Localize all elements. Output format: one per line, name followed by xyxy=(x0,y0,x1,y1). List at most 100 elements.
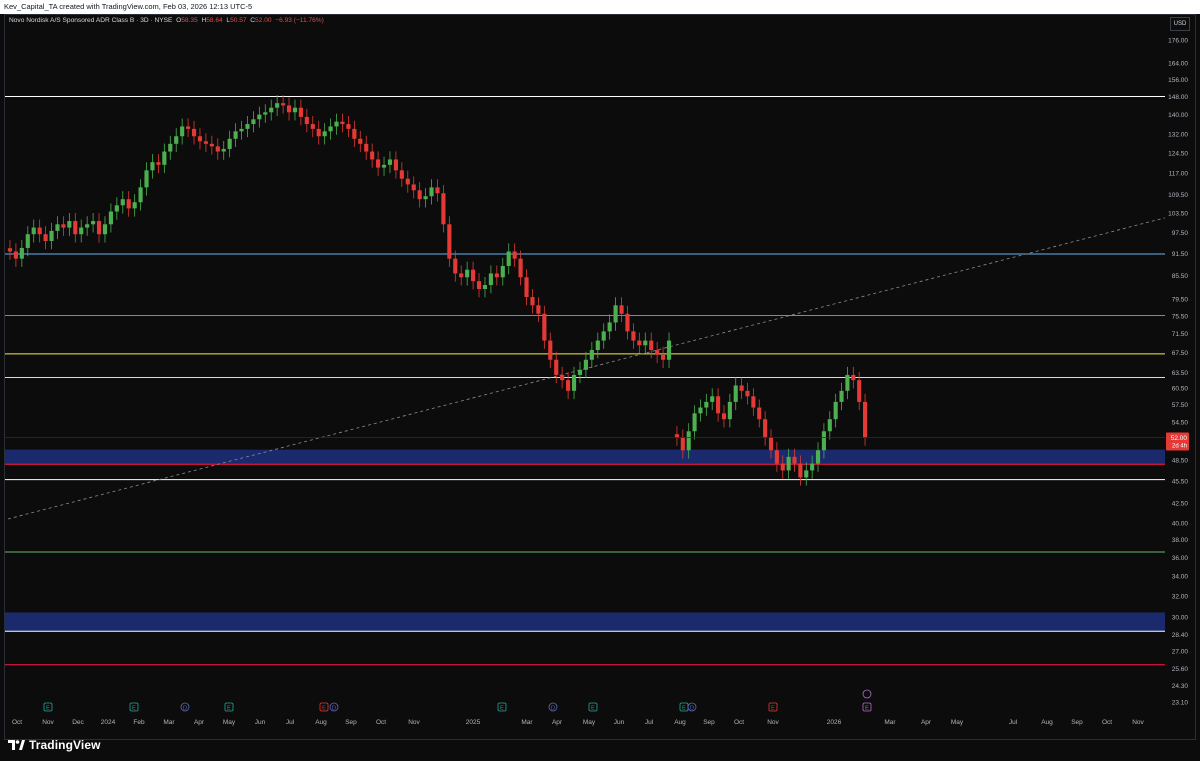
y-axis-tick-label: 103.50 xyxy=(1168,211,1188,218)
candle-body xyxy=(674,434,679,438)
event-marker-label: E xyxy=(500,706,504,712)
y-axis-tick-label: 54.50 xyxy=(1172,420,1189,427)
tradingview-logo[interactable]: TradingView xyxy=(7,738,101,752)
event-marker-label: E xyxy=(591,706,595,712)
candle-body xyxy=(37,227,42,235)
y-axis-tick-label: 63.50 xyxy=(1172,370,1189,377)
candle-body xyxy=(191,128,197,137)
y-axis-tick-label: 164.00 xyxy=(1168,61,1188,68)
candle-body xyxy=(376,159,381,168)
y-axis-tick-label: 117.00 xyxy=(1169,171,1189,178)
candle-body xyxy=(810,463,815,471)
candle-body xyxy=(518,258,523,278)
candle-body xyxy=(281,103,286,106)
candle-body xyxy=(120,199,125,206)
candle-body xyxy=(257,114,262,120)
candle-body xyxy=(680,437,685,451)
candle-body xyxy=(334,121,339,127)
candle-body xyxy=(542,313,547,341)
candle-body xyxy=(61,224,66,228)
x-axis-tick-label: Nov xyxy=(408,719,420,726)
y-axis-tick-label: 71.50 xyxy=(1172,331,1189,338)
event-marker-label: D xyxy=(551,706,555,712)
candle-body xyxy=(643,340,648,346)
candle-body xyxy=(512,251,517,259)
candle-body xyxy=(625,313,630,332)
candle-body xyxy=(471,269,476,282)
x-axis-tick-label: May xyxy=(951,719,964,726)
candle-body xyxy=(607,322,612,332)
candle-body xyxy=(251,119,256,125)
candle-body xyxy=(156,162,161,165)
x-axis-tick-label: Jul xyxy=(286,719,295,726)
y-axis-tick-label: 109.50 xyxy=(1168,192,1188,199)
candle-body xyxy=(739,385,744,391)
x-axis-tick-label: Dec xyxy=(72,719,84,726)
y-axis-tick-label: 57.50 xyxy=(1172,402,1189,409)
candle-body xyxy=(381,164,387,168)
candle-body xyxy=(506,251,511,266)
candle-body xyxy=(780,463,785,471)
y-axis-tick-label: 23.10 xyxy=(1172,700,1189,707)
tradingview-logo-icon xyxy=(8,740,25,750)
x-axis-tick-label: 2024 xyxy=(101,719,116,726)
candle-body xyxy=(733,385,738,402)
support-zone-1 xyxy=(5,612,1165,632)
candle-body xyxy=(19,247,24,259)
candle-body xyxy=(447,224,452,259)
y-axis-tick-label: 97.50 xyxy=(1172,230,1189,237)
candle-body xyxy=(692,413,697,432)
candle-body xyxy=(560,374,565,381)
candle-body xyxy=(601,331,606,341)
event-marker-label: E xyxy=(682,706,686,712)
candle-body xyxy=(786,456,791,471)
candle-body xyxy=(716,396,721,414)
candle-body xyxy=(476,281,482,289)
candle-body xyxy=(316,128,321,137)
x-axis-tick-label: May xyxy=(223,719,236,726)
candle-body xyxy=(203,141,208,144)
candle-body xyxy=(215,146,220,152)
candle-body xyxy=(768,437,774,451)
y-axis-tick-label: 42.50 xyxy=(1172,501,1189,508)
candle-body xyxy=(589,350,594,360)
event-group-icon xyxy=(862,689,872,699)
candle-body xyxy=(108,211,113,225)
x-axis-tick-label: Sep xyxy=(1071,719,1083,726)
price-chart[interactable]: 176.00 164.00 156.00 148.00 140.00 132.00 124.… xyxy=(0,0,1200,740)
candle-body xyxy=(67,221,72,228)
candle-body xyxy=(393,159,398,171)
x-axis-tick-label: 2026 xyxy=(827,719,842,726)
x-axis-tick-label: Apr xyxy=(552,719,563,726)
candle-body xyxy=(710,396,715,402)
event-marker-label: E xyxy=(132,706,136,712)
candle-body xyxy=(328,126,333,132)
x-axis-tick-label: Aug xyxy=(315,719,327,726)
candle-body xyxy=(745,390,750,397)
x-axis-tick-label: Mar xyxy=(163,719,175,726)
x-axis-tick-label: Jun xyxy=(614,719,625,726)
candle-body xyxy=(102,224,108,235)
candle-body xyxy=(340,121,345,125)
last-price-value: 52.00 xyxy=(1171,435,1188,442)
candle-body xyxy=(459,273,464,278)
candle-body xyxy=(346,124,351,129)
candle-body xyxy=(488,273,493,286)
y-axis-tick-label: 28.40 xyxy=(1172,632,1189,639)
candle-body xyxy=(138,187,143,203)
candle-body xyxy=(144,170,149,188)
candle-body xyxy=(619,305,624,314)
y-axis-tick-label: 32.00 xyxy=(1172,593,1189,600)
candle-body xyxy=(441,193,446,225)
candle-body xyxy=(245,124,250,129)
x-axis-tick-label: Oct xyxy=(1102,719,1112,726)
candle-body xyxy=(162,151,167,165)
candle-body xyxy=(358,138,363,144)
candle-body xyxy=(548,340,553,360)
x-axis-tick-label: Nov xyxy=(1132,719,1144,726)
support-zone-0 xyxy=(5,449,1165,465)
candle-body xyxy=(73,221,78,235)
candle-body xyxy=(304,116,309,125)
candle-body xyxy=(571,374,577,391)
candle-body xyxy=(197,136,203,142)
